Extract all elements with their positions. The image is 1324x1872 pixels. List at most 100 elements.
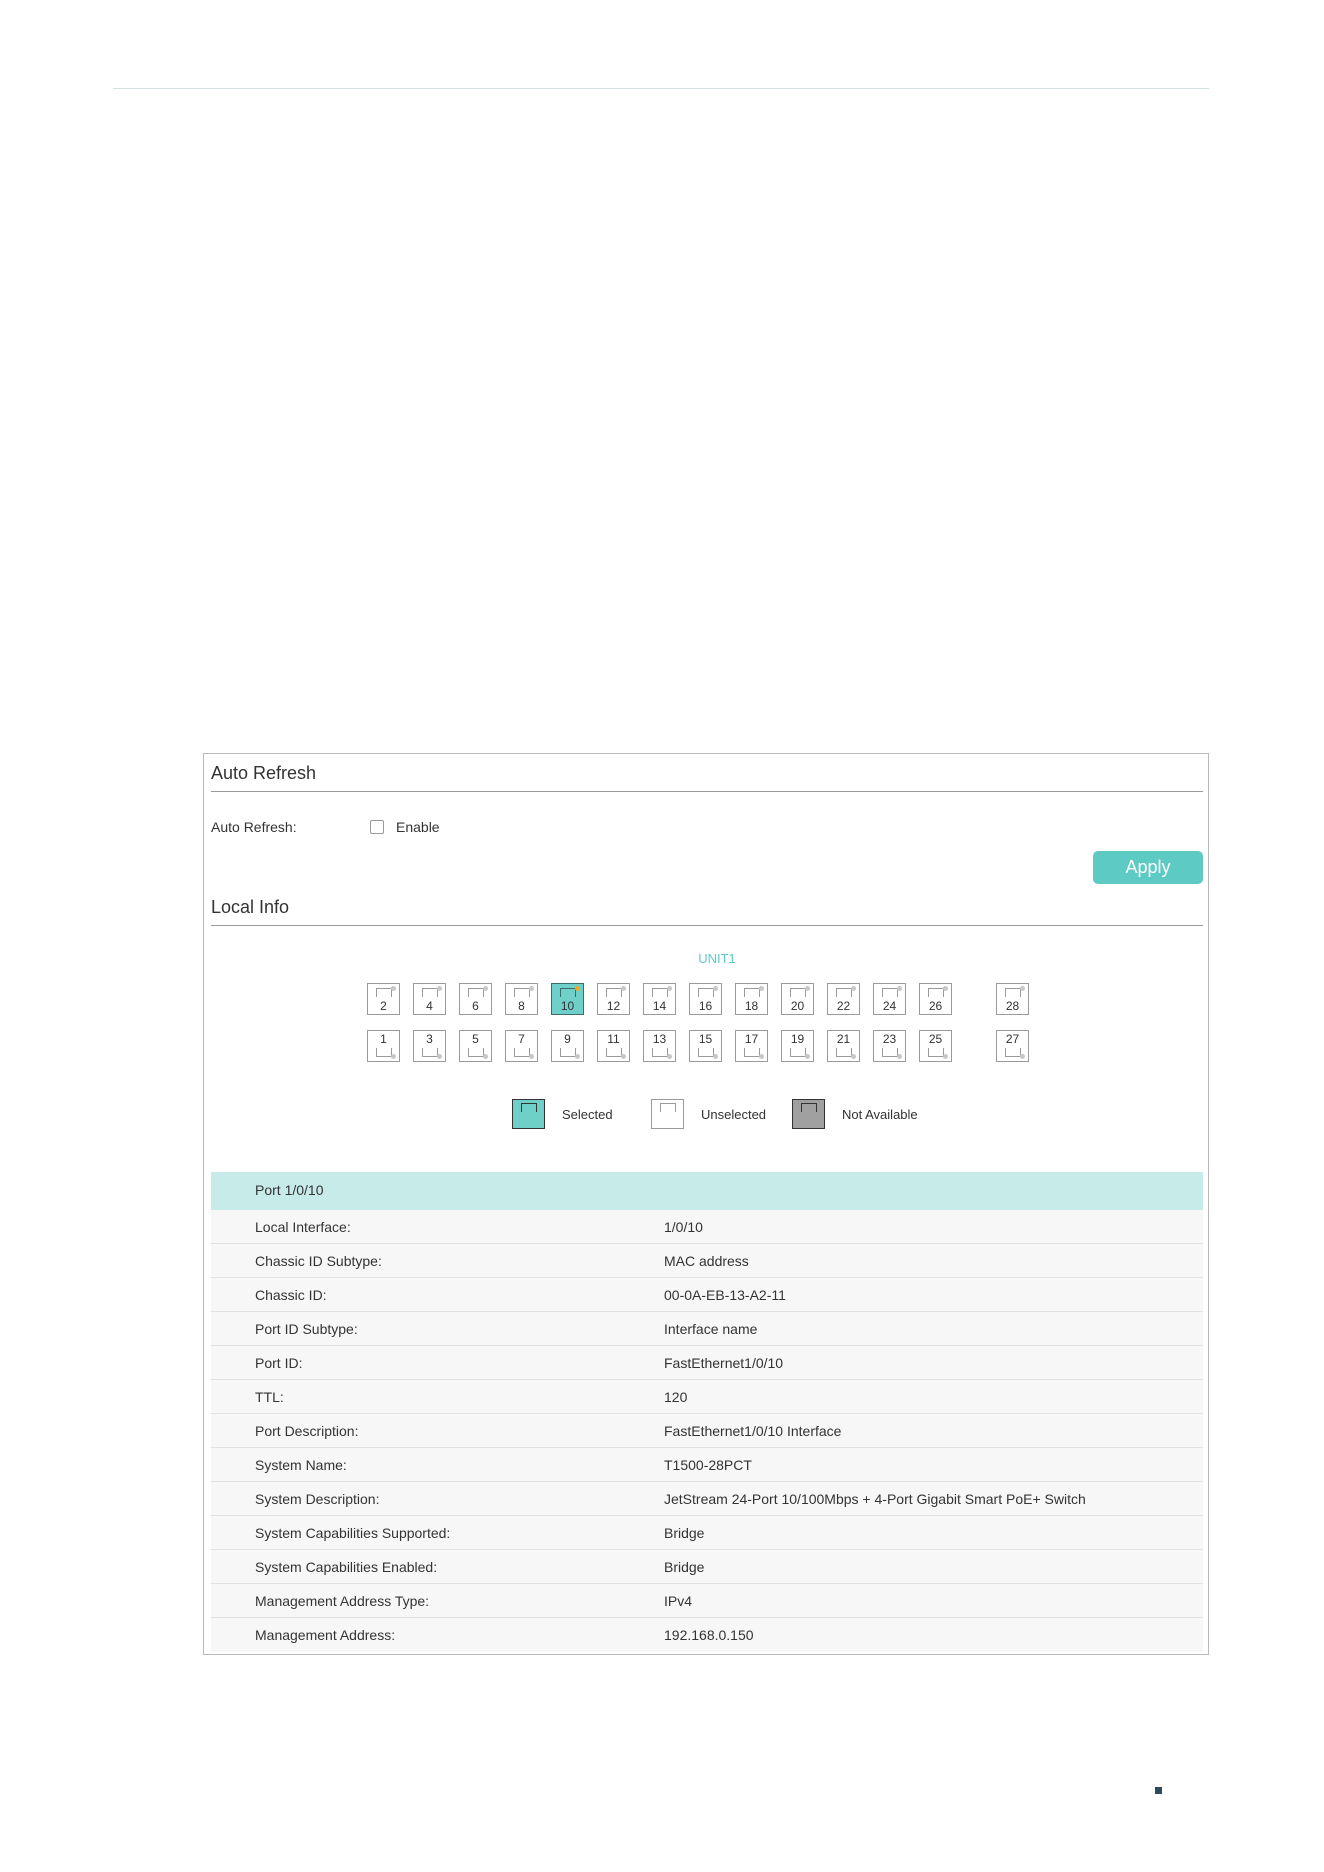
table-row: Local Interface: 1/0/10 <box>211 1210 1203 1244</box>
port-led-icon <box>1020 1054 1025 1059</box>
port-14[interactable]: 14 <box>643 983 676 1015</box>
port-3[interactable]: 3 <box>413 1030 446 1062</box>
port-number: 1 <box>380 1032 387 1046</box>
auto-refresh-divider <box>211 791 1203 792</box>
row-value: 120 <box>664 1389 688 1405</box>
legend-selected-swatch <box>512 1099 545 1129</box>
port-10[interactable]: 10 <box>551 983 584 1015</box>
port-jack-shape <box>882 1048 898 1057</box>
auto-refresh-section-title: Auto Refresh <box>211 763 317 783</box>
lldp-local-info-panel: Auto Refresh Auto Refresh: Enable Apply … <box>203 753 1209 1655</box>
port-23[interactable]: 23 <box>873 1030 906 1062</box>
port-led-icon <box>621 986 626 991</box>
port-1[interactable]: 1 <box>367 1030 400 1062</box>
port-led-icon <box>943 1054 948 1059</box>
port-9[interactable]: 9 <box>551 1030 584 1062</box>
port-led-icon <box>1020 986 1025 991</box>
port-led-icon <box>759 986 764 991</box>
port-number: 8 <box>518 999 525 1013</box>
row-label: System Name: <box>255 1457 347 1473</box>
port-jack-shape <box>882 988 898 997</box>
port-jack-shape <box>376 988 392 997</box>
port-led-icon <box>529 1054 534 1059</box>
port-jack-shape <box>606 1048 622 1057</box>
port-info-title: Port 1/0/10 <box>255 1182 324 1198</box>
port-18[interactable]: 18 <box>735 983 768 1015</box>
port-22[interactable]: 22 <box>827 983 860 1015</box>
port-number: 20 <box>790 999 805 1013</box>
port-13[interactable]: 13 <box>643 1030 676 1062</box>
port-number: 4 <box>426 999 433 1013</box>
port-led-icon <box>805 986 810 991</box>
port-5[interactable]: 5 <box>459 1030 492 1062</box>
port-number: 21 <box>836 1032 851 1046</box>
port-jack-shape <box>652 1048 668 1057</box>
port-24[interactable]: 24 <box>873 983 906 1015</box>
port-28[interactable]: 28 <box>996 983 1029 1015</box>
table-row: Port ID Subtype: Interface name <box>211 1312 1203 1346</box>
table-row: Chassic ID: 00-0A-EB-13-A2-11 <box>211 1278 1203 1312</box>
port-jack-shape <box>928 988 944 997</box>
row-label: Management Address: <box>255 1627 396 1643</box>
port-15[interactable]: 15 <box>689 1030 722 1062</box>
local-info-divider <box>211 925 1203 926</box>
port-jack-shape <box>790 988 806 997</box>
row-value: FastEthernet1/0/10 Interface <box>664 1423 842 1439</box>
row-label: System Capabilities Supported: <box>255 1525 451 1541</box>
table-row: Management Address: 192.168.0.150 <box>211 1618 1203 1652</box>
port-info-header: Port 1/0/10 <box>211 1172 1203 1210</box>
row-value: MAC address <box>664 1253 749 1269</box>
port-led-icon <box>483 1054 488 1059</box>
port-led-icon <box>851 986 856 991</box>
port-19[interactable]: 19 <box>781 1030 814 1062</box>
port-25[interactable]: 25 <box>919 1030 952 1062</box>
port-led-icon <box>391 1054 396 1059</box>
table-row: System Description: JetStream 24-Port 10/… <box>211 1482 1203 1516</box>
port-number: 23 <box>882 1032 897 1046</box>
port-6[interactable]: 6 <box>459 983 492 1015</box>
port-jack-shape <box>606 988 622 997</box>
table-row: TTL: 120 <box>211 1380 1203 1414</box>
port-16[interactable]: 16 <box>689 983 722 1015</box>
port-4[interactable]: 4 <box>413 983 446 1015</box>
port-led-icon <box>621 1054 626 1059</box>
port-number: 17 <box>744 1032 759 1046</box>
port-led-icon <box>851 1054 856 1059</box>
port-number: 18 <box>744 999 759 1013</box>
row-value: Bridge <box>664 1525 705 1541</box>
port-number: 11 <box>607 1032 620 1046</box>
port-21[interactable]: 21 <box>827 1030 860 1062</box>
port-led-icon <box>943 986 948 991</box>
auto-refresh-enable-label[interactable]: Enable <box>396 819 440 835</box>
port-20[interactable]: 20 <box>781 983 814 1015</box>
port-number: 6 <box>472 999 479 1013</box>
port-2[interactable]: 2 <box>367 983 400 1015</box>
port-jack-shape <box>514 988 530 997</box>
apply-button[interactable]: Apply <box>1093 851 1203 884</box>
row-value: Interface name <box>664 1321 758 1337</box>
port-number: 27 <box>1005 1032 1020 1046</box>
port-8[interactable]: 8 <box>505 983 538 1015</box>
port-17[interactable]: 17 <box>735 1030 768 1062</box>
port-led-icon <box>759 1054 764 1059</box>
auto-refresh-enable-checkbox[interactable] <box>370 820 384 834</box>
table-row: Management Address Type: IPv4 <box>211 1584 1203 1618</box>
port-led-icon <box>483 986 488 991</box>
table-row: System Capabilities Enabled: Bridge <box>211 1550 1203 1584</box>
page-top-divider <box>113 88 1209 89</box>
port-7[interactable]: 7 <box>505 1030 538 1062</box>
row-value: FastEthernet1/0/10 <box>664 1355 784 1371</box>
port-27[interactable]: 27 <box>996 1030 1029 1062</box>
port-number: 5 <box>472 1032 479 1046</box>
port-26[interactable]: 26 <box>919 983 952 1015</box>
row-value: 1/0/10 <box>664 1219 703 1235</box>
table-row: Port Description: FastEthernet1/0/10 Inte… <box>211 1414 1203 1448</box>
table-row: System Capabilities Supported: Bridge <box>211 1516 1203 1550</box>
port-12[interactable]: 12 <box>597 983 630 1015</box>
port-led-icon <box>897 986 902 991</box>
port-jack-shape <box>422 988 438 997</box>
table-row: Chassic ID Subtype: MAC address <box>211 1244 1203 1278</box>
port-number: 24 <box>882 999 897 1013</box>
port-11[interactable]: 11 <box>597 1030 630 1062</box>
page-footer-marker <box>1155 1787 1162 1794</box>
